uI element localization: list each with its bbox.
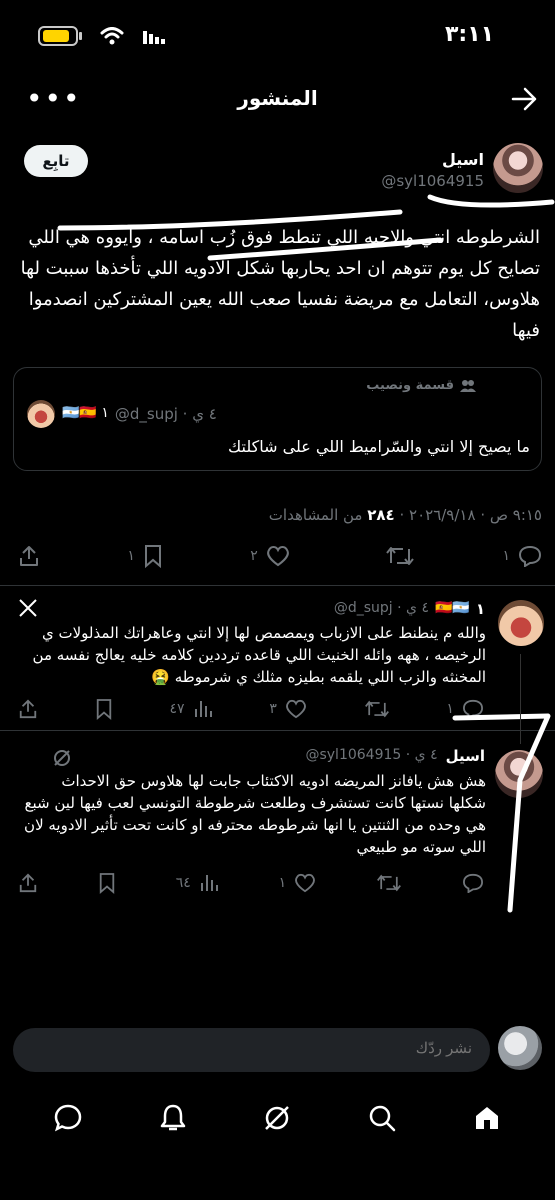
search-icon[interactable] (352, 1098, 412, 1138)
thread-line (520, 654, 521, 744)
messages-icon[interactable] (38, 1098, 98, 1138)
bottom-nav (0, 1098, 555, 1138)
reply-input[interactable] (272, 1040, 472, 1057)
home-icon[interactable] (457, 1098, 517, 1138)
notifications-icon[interactable] (143, 1098, 203, 1138)
drawing-annotations (57, 194, 555, 913)
my-avatar[interactable] (498, 1026, 542, 1070)
reply-composer[interactable] (13, 1028, 490, 1072)
grok-icon[interactable] (247, 1098, 307, 1138)
